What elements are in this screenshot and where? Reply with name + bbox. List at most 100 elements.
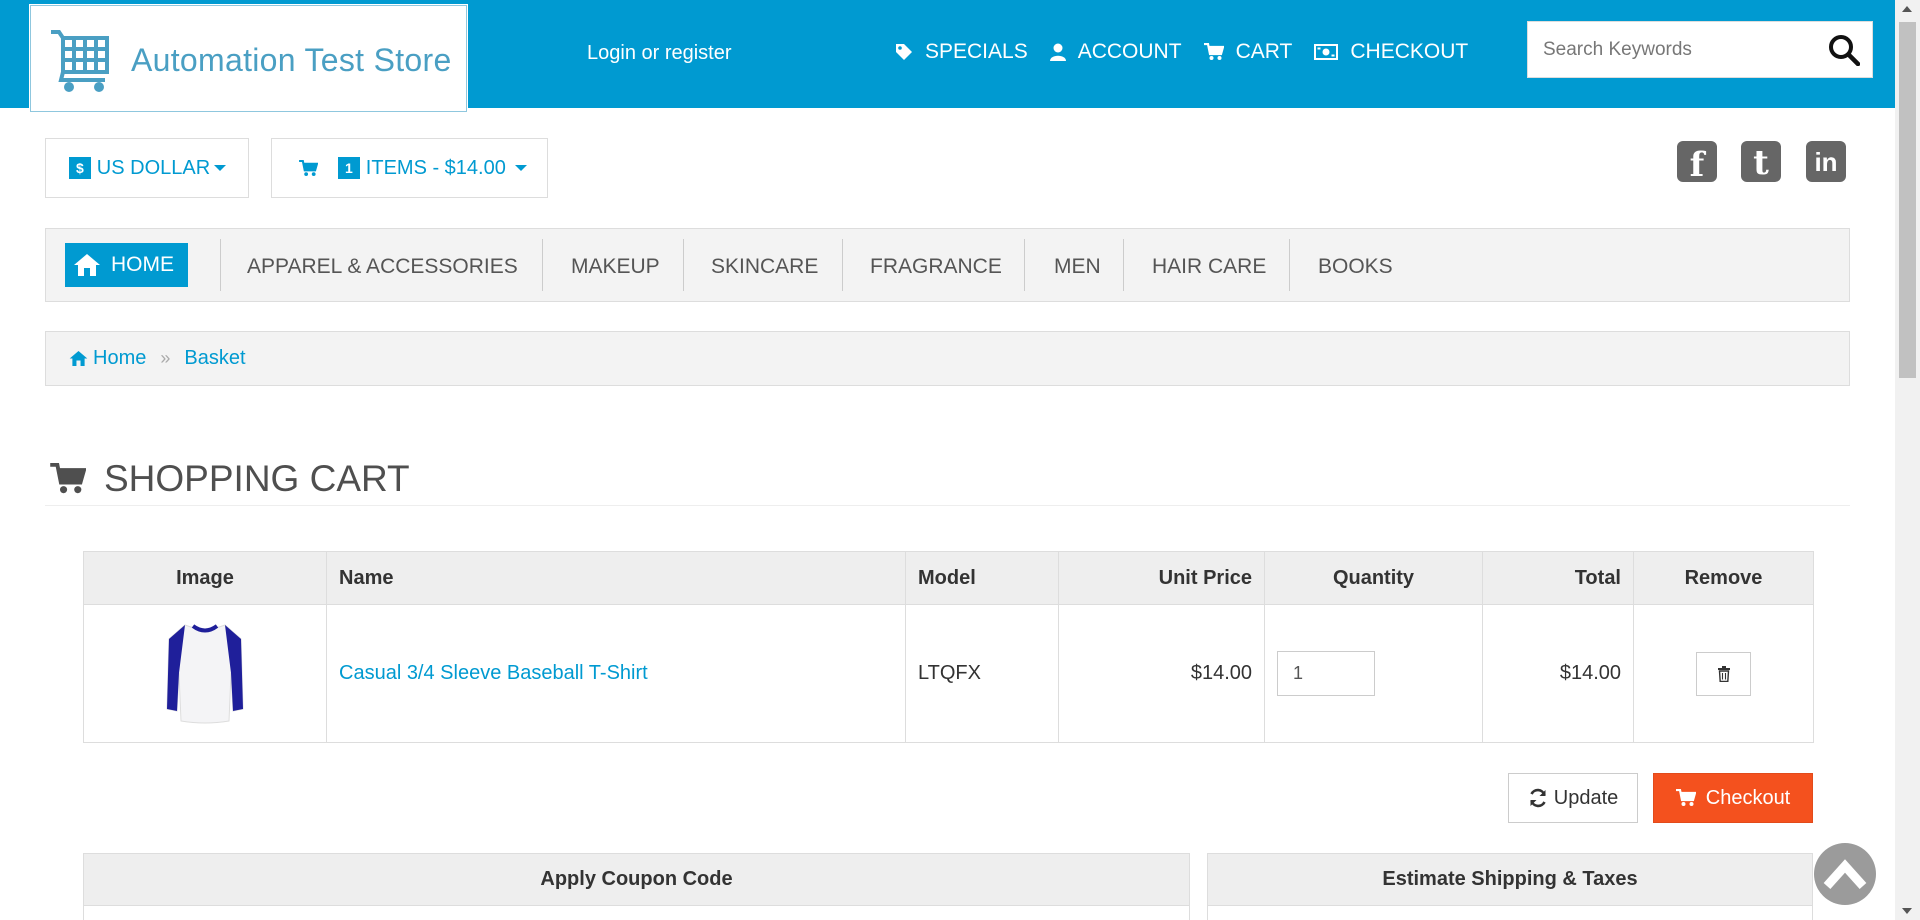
coupon-panel-header[interactable]: Apply Coupon Code <box>83 853 1190 906</box>
category-nav: HOME APPAREL & ACCESSORIES MAKEUP SKINCA… <box>45 228 1850 302</box>
social-facebook[interactable]: f <box>1677 141 1717 185</box>
chevron-down-icon <box>214 165 227 171</box>
home-icon <box>69 351 88 366</box>
nav-account[interactable]: ACCOUNT <box>1049 40 1182 64</box>
quantity-input[interactable] <box>1277 651 1375 696</box>
product-thumbnail[interactable] <box>165 617 245 725</box>
breadcrumb-basket[interactable]: Basket <box>184 347 245 370</box>
header-total: Total <box>1482 551 1634 605</box>
product-model: LTQFX <box>905 604 1059 743</box>
table-header-row: Image Name Model Unit Price Quantity Tot… <box>83 551 1814 605</box>
update-label: Update <box>1553 786 1619 809</box>
scroll-down-arrow-icon[interactable] <box>1902 908 1912 914</box>
product-name-link[interactable]: Casual 3/4 Sleeve Baseball T-Shirt <box>339 662 648 684</box>
nav-divider <box>1123 239 1124 291</box>
remove-item-button[interactable] <box>1696 651 1751 696</box>
header-quantity: Quantity <box>1264 551 1483 605</box>
category-home-label: HOME <box>111 253 174 276</box>
coupon-panel-body <box>83 905 1190 920</box>
facebook-icon: f <box>1677 141 1717 185</box>
cart-logo-icon <box>51 30 109 92</box>
twitter-icon: t <box>1741 141 1781 183</box>
shipping-panel-body <box>1207 905 1813 920</box>
heading-divider <box>45 505 1850 506</box>
nav-specials-label: SPECIALS <box>925 40 1028 63</box>
nav-specials[interactable]: SPECIALS <box>895 40 1028 64</box>
header-name: Name <box>326 551 906 605</box>
double-chevron-right-icon: » <box>160 348 171 368</box>
nav-divider <box>842 239 843 291</box>
nav-divider <box>1289 239 1290 291</box>
category-books[interactable]: BOOKS <box>1318 255 1393 279</box>
remove-cell <box>1633 604 1814 743</box>
user-icon <box>1049 43 1066 61</box>
category-home[interactable]: HOME <box>65 243 188 287</box>
currency-label: US DOLLAR <box>96 156 211 179</box>
top-nav: SPECIALS ACCOUNT CART CHECKOUT <box>895 40 1490 64</box>
nav-checkout[interactable]: CHECKOUT <box>1314 40 1468 64</box>
logo-text: Automation Test Store <box>131 42 452 78</box>
shipping-panel-header[interactable]: Estimate Shipping & Taxes <box>1207 853 1813 906</box>
chevron-down-icon <box>514 165 527 171</box>
breadcrumb: Home » Basket <box>45 331 1850 386</box>
header-model: Model <box>905 551 1059 605</box>
scroll-up-arrow-icon[interactable] <box>1902 6 1912 12</box>
category-skincare[interactable]: SKINCARE <box>711 255 818 279</box>
product-image-cell <box>83 604 327 743</box>
social-linkedin[interactable]: in <box>1806 141 1846 182</box>
nav-divider <box>220 239 221 291</box>
currency-symbol-badge: $ <box>69 157 91 179</box>
category-fragrance[interactable]: FRAGRANCE <box>870 255 1002 279</box>
checkout-button[interactable]: Checkout <box>1653 773 1813 823</box>
category-men[interactable]: MEN <box>1054 255 1101 279</box>
breadcrumb-home[interactable]: Home <box>69 347 146 370</box>
search-icon[interactable] <box>1828 34 1860 66</box>
scrollbar-thumb[interactable] <box>1899 22 1916 378</box>
cart-icon <box>1675 789 1696 806</box>
cart-dropdown[interactable]: 1 ITEMS - $14.00 <box>271 138 548 198</box>
category-apparel[interactable]: APPAREL & ACCESSORIES <box>247 255 518 279</box>
nav-checkout-label: CHECKOUT <box>1350 40 1469 63</box>
cart-icon <box>50 463 86 494</box>
nav-cart-label: CART <box>1235 40 1293 63</box>
tag-icon <box>896 44 912 60</box>
vertical-scrollbar[interactable] <box>1895 0 1920 920</box>
nav-divider <box>1024 239 1025 291</box>
page-title: SHOPPING CART <box>50 458 410 500</box>
nav-divider <box>683 239 684 291</box>
cart-count-badge: 1 <box>338 157 360 179</box>
category-makeup[interactable]: MAKEUP <box>571 255 660 279</box>
search-box <box>1527 21 1873 78</box>
category-hair-care[interactable]: HAIR CARE <box>1152 255 1266 279</box>
cart-icon <box>1203 43 1224 60</box>
scroll-to-top-button[interactable] <box>1814 843 1876 905</box>
page-title-text: SHOPPING CART <box>104 458 410 499</box>
cart-icon <box>299 159 318 176</box>
update-cart-button[interactable]: Update <box>1508 773 1638 823</box>
chevron-up-icon <box>1823 859 1867 890</box>
top-header: Automation Test Store Login or register … <box>0 0 1895 113</box>
trash-icon <box>1717 665 1730 682</box>
nav-divider <box>542 239 543 291</box>
cart-summary: ITEMS - $14.00 <box>365 156 506 179</box>
header-remove: Remove <box>1633 551 1814 605</box>
search-input[interactable] <box>1528 22 1818 77</box>
login-register-link[interactable]: Login or register <box>587 42 732 65</box>
header-unit-price: Unit Price <box>1058 551 1265 605</box>
header-image: Image <box>83 551 327 605</box>
social-twitter[interactable]: t <box>1741 141 1781 183</box>
quantity-cell <box>1264 604 1483 743</box>
currency-selector[interactable]: $ US DOLLAR <box>45 138 249 198</box>
nav-account-label: ACCOUNT <box>1077 40 1182 63</box>
breadcrumb-home-label: Home <box>93 347 147 369</box>
nav-cart[interactable]: CART <box>1203 40 1293 64</box>
table-row: Casual 3/4 Sleeve Baseball T-Shirt LTQFX… <box>83 604 1814 743</box>
home-icon <box>74 254 100 276</box>
product-unit-price: $14.00 <box>1058 604 1265 743</box>
store-logo[interactable]: Automation Test Store <box>29 4 468 113</box>
refresh-icon <box>1530 788 1546 808</box>
product-name-cell: Casual 3/4 Sleeve Baseball T-Shirt <box>326 604 906 743</box>
checkout-label: Checkout <box>1705 786 1791 809</box>
money-icon <box>1314 44 1339 60</box>
linkedin-icon: in <box>1806 141 1846 182</box>
